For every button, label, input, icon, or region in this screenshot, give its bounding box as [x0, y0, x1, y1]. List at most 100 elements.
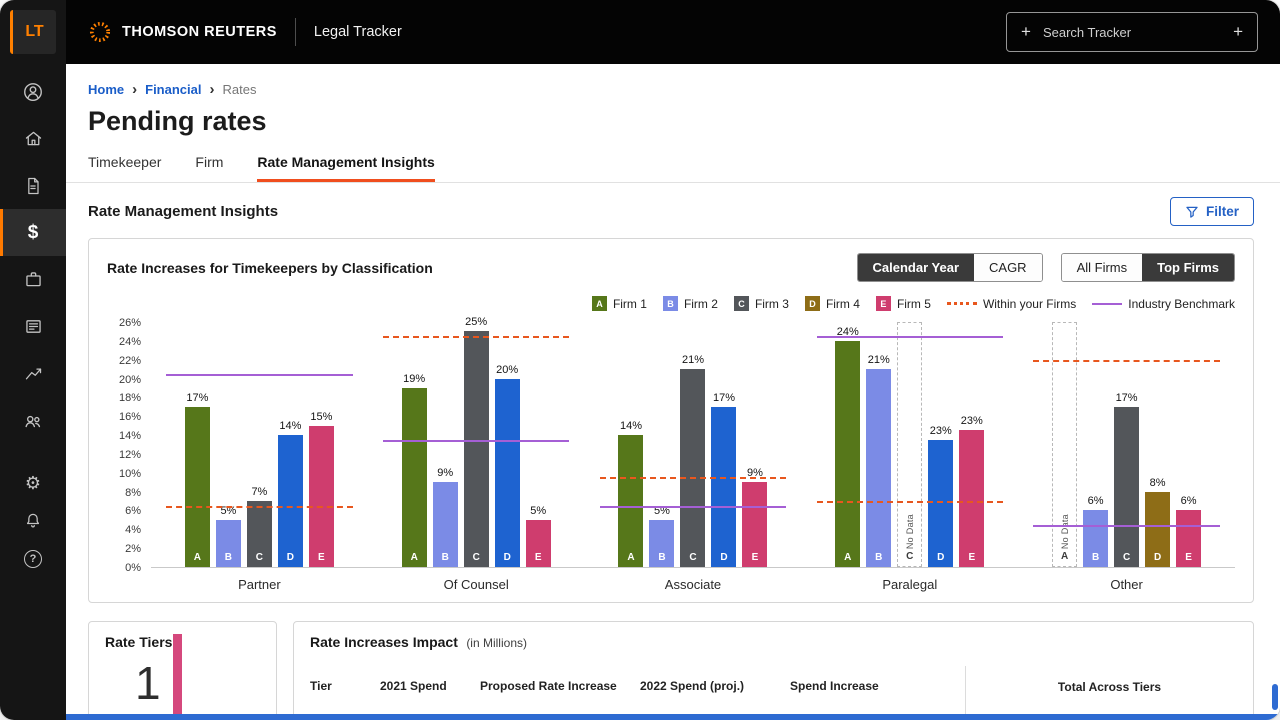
sidebar-item-settings[interactable]: ⚙: [0, 464, 66, 502]
y-tick-label: 16%: [119, 411, 141, 423]
industry-benchmark-line: [1033, 525, 1219, 527]
search-tracker-box[interactable]: + Search Tracker +: [1006, 12, 1258, 52]
tab-firm[interactable]: Firm: [195, 154, 223, 182]
bar-column-D: 20%D: [495, 364, 520, 567]
main-content: Home›Financial›Rates Pending rates Timek…: [66, 64, 1280, 720]
y-tick-label: 10%: [119, 468, 141, 480]
sidebar-item-notifications[interactable]: [0, 502, 66, 540]
sidebar-item-help[interactable]: ?: [0, 540, 66, 578]
within-your-firms-line: [166, 506, 352, 508]
horizontal-scrollbar[interactable]: [66, 714, 1280, 720]
bar-B: B: [1083, 510, 1108, 567]
y-tick-label: 18%: [119, 392, 141, 404]
bar-letter: E: [526, 552, 551, 563]
bar-value-label: 23%: [930, 425, 952, 437]
home-icon: [23, 128, 44, 149]
y-tick-label: 0%: [125, 562, 141, 574]
search-tracker-label[interactable]: Search Tracker: [1043, 25, 1221, 40]
group-label-paralegal: Paralegal: [801, 577, 1018, 592]
bar-letter: C: [680, 552, 705, 563]
sidebar-item-invoices[interactable]: [0, 303, 66, 350]
chart-group-associate: 14%A5%B21%C17%D9%E: [585, 323, 802, 567]
within-your-firms-line: [1033, 360, 1219, 362]
bar-B: B: [649, 520, 674, 567]
help-icon: ?: [24, 550, 42, 568]
bar-value-label: 19%: [403, 373, 425, 385]
sidebar-item-home[interactable]: [0, 115, 66, 162]
funnel-icon: [1185, 205, 1199, 219]
legend-swatch: E: [876, 296, 891, 311]
y-axis: 26%24%22%20%18%16%14%12%10%8%6%4%2%0%: [107, 323, 151, 568]
filter-button-label: Filter: [1206, 204, 1239, 219]
app-window: LT $: [0, 0, 1280, 720]
toggle-calendar-year[interactable]: Calendar Year: [858, 254, 974, 281]
impact-title: Rate Increases Impact: [310, 634, 458, 650]
plot-wrapper: 26%24%22%20%18%16%14%12%10%8%6%4%2%0% 17…: [107, 323, 1235, 568]
legend-item-firm-5: E Firm 5: [876, 296, 931, 311]
bar-column-E: 15%E: [309, 411, 334, 567]
toggle-all-firms[interactable]: All Firms: [1062, 254, 1143, 281]
bar-set: 14%A5%B21%C17%D9%E: [618, 323, 767, 567]
bar-value-label: 15%: [310, 411, 332, 423]
toggle-top-firms[interactable]: Top Firms: [1142, 254, 1234, 281]
y-tick-label: 26%: [119, 317, 141, 329]
impact-column-header-2021-spend: 2021 Spend: [380, 679, 480, 693]
bar-letter: C: [1114, 552, 1139, 563]
breadcrumb-home[interactable]: Home: [88, 82, 124, 97]
filter-button[interactable]: Filter: [1170, 197, 1254, 226]
app-logo-text: LT: [25, 23, 43, 41]
plot-area: 17%A5%B7%C14%D15%E19%A9%B25%C20%D5%E14%A…: [151, 323, 1235, 568]
bar-value-label: 9%: [437, 467, 453, 479]
bar-D: D: [278, 435, 303, 567]
impact-column-header-tier: Tier: [310, 679, 380, 693]
sidebar: LT $: [0, 0, 66, 720]
within-your-firms-line: [383, 336, 569, 338]
bar-letter: B: [433, 552, 458, 563]
y-tick-label: 6%: [125, 505, 141, 517]
bar-value-label: 14%: [279, 420, 301, 432]
legend-item-firm-2: BFirm 2: [663, 296, 718, 311]
legend-label: Firm 5: [897, 297, 931, 311]
app-logo[interactable]: LT: [10, 10, 56, 54]
impact-column-header-2022-spend-proj-: 2022 Spend (proj.): [640, 679, 790, 693]
bar-column-B: 21%B: [866, 354, 891, 567]
bar-B: B: [866, 369, 891, 567]
sidebar-item-financial[interactable]: $: [0, 209, 66, 256]
dashed-line-icon: [947, 302, 977, 305]
section-title: Rate Management Insights: [88, 203, 278, 220]
sidebar-item-documents[interactable]: [0, 162, 66, 209]
bar-D: D: [495, 379, 520, 567]
bar-E: E: [959, 430, 984, 567]
product-name: Legal Tracker: [314, 24, 402, 40]
bar-column-C: No DataC: [897, 322, 922, 567]
vertical-scrollbar-thumb[interactable]: [1272, 684, 1278, 710]
y-tick-label: 22%: [119, 355, 141, 367]
tab-timekeeper[interactable]: Timekeeper: [88, 154, 161, 182]
breadcrumb-rates: Rates: [222, 82, 256, 97]
breadcrumb-financial[interactable]: Financial: [145, 82, 201, 97]
bar-letter: D: [928, 552, 953, 563]
chart-toggles: Calendar YearCAGR All FirmsTop Firms: [857, 253, 1235, 282]
plus-icon[interactable]: +: [1021, 22, 1031, 42]
bar-column-D: 8%D: [1145, 477, 1170, 567]
sidebar-item-matters[interactable]: [0, 256, 66, 303]
bar-value-label: 25%: [465, 316, 487, 328]
impact-title-row: Rate Increases Impact (in Millions): [310, 634, 1237, 652]
bar-letter: B: [1083, 552, 1108, 563]
bar-C: C: [247, 501, 272, 567]
sidebar-item-profile[interactable]: [0, 68, 66, 115]
bar-column-B: 6%B: [1083, 495, 1108, 567]
bar-set: 24%A21%BNo DataC23%D23%E: [835, 323, 984, 567]
bar-letter: E: [1176, 552, 1201, 563]
toggle-cagr[interactable]: CAGR: [974, 254, 1042, 281]
bar-letter: E: [959, 552, 984, 563]
tab-rate-management-insights[interactable]: Rate Management Insights: [257, 154, 434, 182]
plus-icon[interactable]: +: [1233, 22, 1243, 42]
dollar-icon: $: [28, 222, 39, 244]
sidebar-item-contacts[interactable]: [0, 397, 66, 444]
within-your-firms-line: [817, 501, 1003, 503]
bar-C: No DataC: [897, 322, 922, 567]
sidebar-item-reports[interactable]: [0, 350, 66, 397]
bar-C: C: [1114, 407, 1139, 567]
bar-column-C: 21%C: [680, 354, 705, 567]
